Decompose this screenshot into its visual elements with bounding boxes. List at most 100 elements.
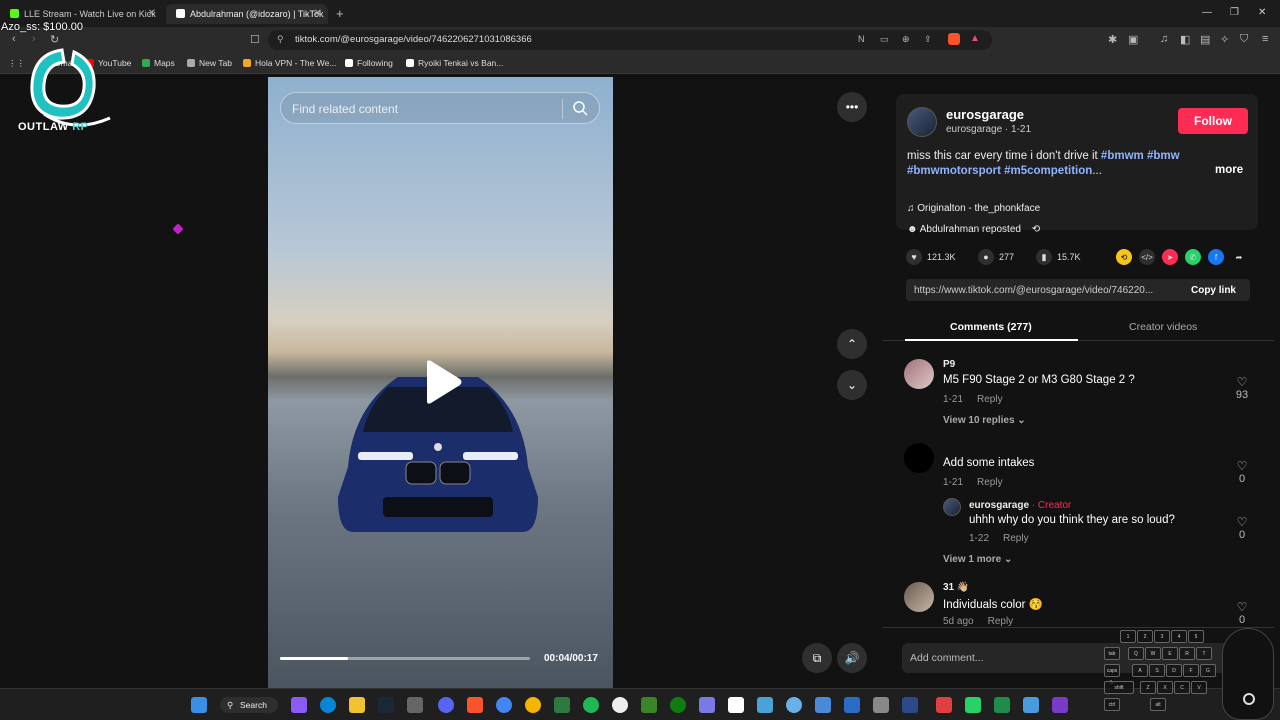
creator-username[interactable]: eurosgarage [946, 107, 1024, 122]
save-button[interactable]: ▮ 15.7K [1036, 249, 1081, 265]
hashtag[interactable]: #bmwmotorsport [907, 165, 1001, 177]
extensions-icon[interactable]: ✱ [1108, 33, 1117, 46]
whatsapp-icon[interactable]: ✆ [1185, 249, 1201, 265]
comment-button[interactable]: ● 277 [978, 249, 1014, 265]
app2-icon[interactable] [612, 697, 628, 713]
minecraft-icon[interactable] [641, 697, 657, 713]
wallet-icon[interactable]: ▣ [1128, 33, 1138, 46]
commenter-name[interactable]: P9 [943, 359, 955, 370]
bookmark-ryoiki[interactable]: Ryoiki Tenkai vs Ban... [406, 58, 503, 68]
close-tab-icon[interactable]: ✕ [148, 8, 156, 19]
close-tab-icon[interactable]: ✕ [314, 8, 322, 19]
more-options-button[interactable]: ••• [837, 92, 867, 122]
bookmark-hola-vpn[interactable]: Hola VPN - The We... [243, 58, 336, 68]
nzxt-icon[interactable] [1052, 697, 1068, 713]
copilot-icon[interactable] [291, 697, 307, 713]
commenter-avatar[interactable] [904, 582, 934, 612]
zoom-icon[interactable]: ⊕ [902, 34, 910, 45]
edge-icon[interactable] [320, 697, 336, 713]
embed-icon[interactable]: </> [1139, 249, 1155, 265]
hashtag[interactable]: #m5competition [1004, 165, 1092, 177]
chrome-icon[interactable] [496, 697, 512, 713]
store-icon[interactable] [407, 697, 423, 713]
bookmark-new-tab[interactable]: New Tab [187, 58, 232, 68]
minimize-icon[interactable]: — [1202, 7, 1212, 18]
close-window-icon[interactable]: ✕ [1258, 7, 1266, 18]
tab-tiktok[interactable]: Abdulrahman (@idozaro) | TikTok ✕ [166, 4, 328, 24]
commenter-avatar[interactable] [904, 359, 934, 389]
previous-video-button[interactable]: ⌃ [837, 329, 867, 359]
repost-share-icon[interactable]: ⟲ [1116, 249, 1132, 265]
creator-avatar[interactable] [907, 107, 937, 137]
bookmark-icon[interactable]: ☐ [250, 33, 260, 46]
app10-icon[interactable] [902, 697, 918, 713]
comment-like-button[interactable]: ♡ 0 [1232, 459, 1252, 485]
url-text[interactable]: tiktok.com/@eurosgarage/video/7462206271… [295, 34, 532, 45]
app11-icon[interactable] [936, 697, 952, 713]
brave-shield-icon[interactable] [948, 33, 960, 45]
vpn-icon[interactable]: ⛉ [1240, 33, 1248, 46]
follow-button[interactable]: Follow [1178, 108, 1248, 134]
app12-icon[interactable] [994, 697, 1010, 713]
menu-icon[interactable]: ≡ [1262, 33, 1268, 45]
view-replies-button[interactable]: View 10 replies ⌄ [943, 415, 1026, 426]
like-button[interactable]: ♥ 121.3K [906, 249, 956, 265]
app5-icon[interactable] [757, 697, 773, 713]
commenter-name[interactable]: 31 👋🏼 [943, 582, 969, 593]
post-link[interactable]: https://www.tiktok.com/@eurosgarage/vide… [914, 285, 1172, 296]
discord-icon[interactable] [438, 697, 454, 713]
pip-button[interactable]: ⧉ [802, 643, 832, 673]
comment-like-button[interactable]: ♡ 0 [1232, 515, 1252, 541]
brave-rewards-icon[interactable]: ▲ [970, 33, 980, 44]
media-icon[interactable]: ♫ [1160, 33, 1168, 45]
reply-button[interactable]: Reply [988, 616, 1014, 627]
windows-start-icon[interactable] [191, 697, 207, 713]
app9-icon[interactable] [873, 697, 889, 713]
reader-icon[interactable]: N [858, 34, 865, 44]
taskbar-search[interactable]: ⚲ Search [220, 697, 278, 713]
bookmark-following[interactable]: Following [345, 58, 393, 68]
volume-button[interactable]: 🔊 [837, 643, 867, 673]
search-icon[interactable] [572, 100, 588, 116]
next-video-button[interactable]: ⌄ [837, 370, 867, 400]
tab-creator-videos[interactable]: Creator videos [1129, 321, 1197, 333]
maximize-icon[interactable]: ❐ [1230, 7, 1239, 18]
reply-button[interactable]: Reply [1003, 533, 1029, 544]
hashtag[interactable]: #bmw [1147, 150, 1180, 162]
steam-icon[interactable] [378, 697, 394, 713]
leo-icon[interactable]: ✧ [1220, 33, 1229, 46]
spotify-icon[interactable] [583, 697, 599, 713]
reply-button[interactable]: Reply [977, 477, 1003, 488]
app4-icon[interactable] [728, 697, 744, 713]
reply-author[interactable]: eurosgarage · Creator [969, 500, 1071, 511]
app13-icon[interactable] [1023, 697, 1039, 713]
search-input[interactable]: Find related content [280, 92, 600, 124]
new-tab-button[interactable]: + [336, 6, 344, 21]
site-info-icon[interactable]: ⚲ [277, 34, 284, 45]
brave-icon[interactable] [467, 697, 483, 713]
bookmark-maps[interactable]: Maps [142, 58, 175, 68]
xbox-icon[interactable] [670, 697, 686, 713]
commenter-avatar[interactable] [904, 443, 934, 473]
more-button[interactable]: more [1215, 164, 1243, 176]
send-icon[interactable]: ➤ [1162, 249, 1178, 265]
comment-like-button[interactable]: ♡ 0 [1232, 600, 1252, 626]
address-bar[interactable]: ⚲ tiktok.com/@eurosgarage/video/74622062… [268, 30, 992, 50]
app8-icon[interactable] [844, 697, 860, 713]
tab-comments[interactable]: Comments (277) [950, 321, 1032, 333]
whatsapp-taskbar-icon[interactable] [965, 697, 981, 713]
file-explorer-icon[interactable] [349, 697, 365, 713]
excel-icon[interactable] [554, 697, 570, 713]
app7-icon[interactable] [815, 697, 831, 713]
facebook-icon[interactable]: f [1208, 249, 1224, 265]
creator-reply-avatar[interactable] [943, 498, 961, 516]
share-arrow-icon[interactable]: ➦ [1231, 249, 1247, 265]
screen-icon[interactable]: ▭ [880, 34, 889, 45]
app6-icon[interactable] [786, 697, 802, 713]
wallet2-icon[interactable]: ▤ [1200, 33, 1210, 46]
view-more-replies-button[interactable]: View 1 more ⌄ [943, 554, 1012, 565]
share-icon[interactable]: ⇪ [924, 34, 932, 45]
reply-button[interactable]: Reply [977, 394, 1003, 405]
app-icon[interactable] [525, 697, 541, 713]
app3-icon[interactable] [699, 697, 715, 713]
